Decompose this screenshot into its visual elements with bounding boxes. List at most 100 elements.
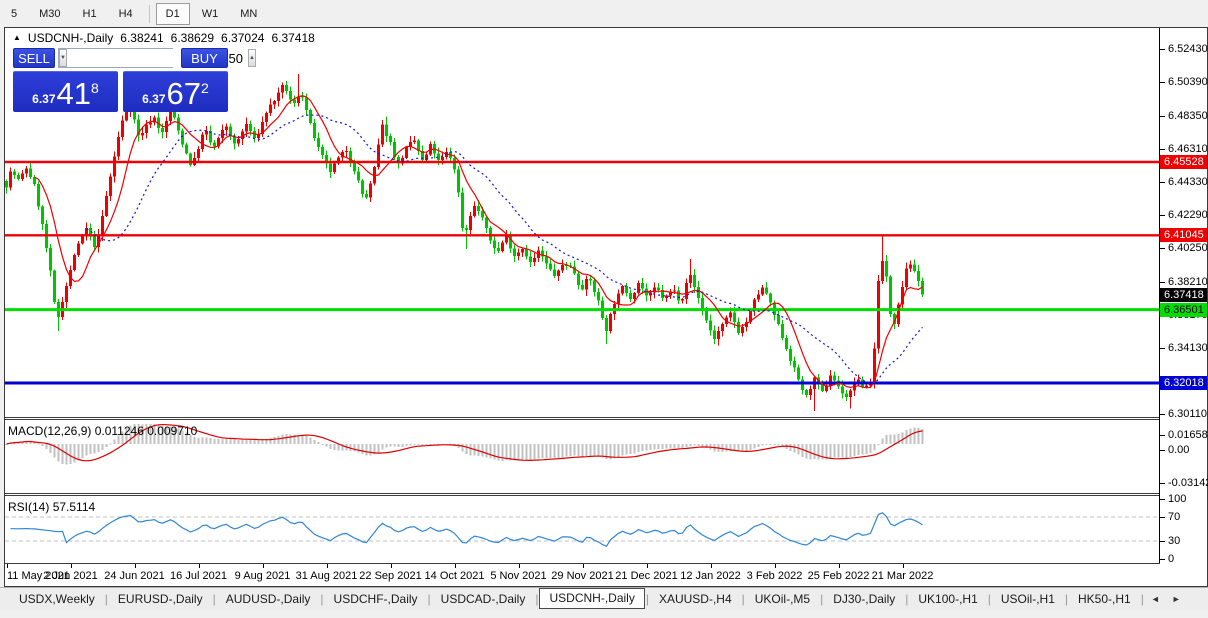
high-value: 6.38629: [171, 31, 214, 45]
chart-tab-dj30-daily[interactable]: DJ30-,Daily: [824, 589, 904, 609]
chart-tab-hk50-h1[interactable]: HK50-,H1: [1069, 589, 1140, 609]
date-label: 25 Feb 2022: [808, 570, 870, 582]
rsi-tick-label: 30: [1168, 535, 1180, 547]
price-tick-label: 6.42290: [1168, 209, 1208, 221]
metatrader-app: 5M30H1H4 D1W1MN ▲ USDCNH-,Daily 6.38241 6…: [0, 0, 1208, 618]
candles-group: [5, 74, 924, 411]
date-label: 12 Jan 2022: [680, 570, 741, 582]
date-label: 21 Mar 2022: [872, 570, 934, 582]
panel-divider[interactable]: [5, 417, 1207, 420]
date-tick: [903, 564, 904, 568]
date-label: 14 Oct 2021: [425, 570, 485, 582]
volume-decrease-button[interactable]: ▼: [59, 49, 67, 67]
level-price-label: 6.32018: [1160, 376, 1207, 390]
scroll-tabs-left-button[interactable]: ◄: [1145, 594, 1166, 604]
price-tick: [1160, 49, 1165, 50]
chart-ohlc-header: ▲ USDCNH-,Daily 6.38241 6.38629 6.37024 …: [13, 31, 315, 45]
chart-tab-uk100-h1[interactable]: UK100-,H1: [909, 589, 986, 609]
symbol-period-label: USDCNH-,Daily: [28, 31, 113, 45]
date-tick: [199, 564, 200, 568]
price-tick: [1160, 282, 1165, 283]
price-tick-label: 6.30110: [1168, 408, 1207, 420]
macd-tick-label: -0.031421: [1168, 477, 1208, 489]
date-label: 5 Nov 2021: [490, 570, 546, 582]
rsi-label: RSI(14) 57.5114: [8, 500, 95, 514]
timeframe-button-m30[interactable]: M30: [29, 3, 70, 25]
date-tick: [7, 564, 8, 568]
date-tick: [71, 564, 72, 568]
one-click-trading-panel: SELL ▼ ▲ BUY 6.37 41 8 6.37 67 2: [13, 48, 228, 112]
chart-tab-audusd-daily[interactable]: AUDUSD-,Daily: [217, 589, 320, 609]
price-tick-label: 6.40250: [1168, 242, 1208, 254]
sell-price-big: 41: [57, 78, 91, 109]
open-value: 6.38241: [120, 31, 163, 45]
timeframe-button-d1[interactable]: D1: [156, 3, 190, 25]
timeframe-button-h4[interactable]: H4: [109, 3, 143, 25]
chart-tab-xauusd-h4[interactable]: XAUUSD-,H4: [650, 589, 741, 609]
date-label: 9 Aug 2021: [235, 570, 291, 582]
current-price-label: 6.37418: [1160, 288, 1207, 302]
buy-price-big: 67: [167, 78, 201, 109]
date-tick: [775, 564, 776, 568]
collapse-quotes-icon[interactable]: ▲: [13, 33, 21, 42]
chart-tab-eurusd-daily[interactable]: EURUSD-,Daily: [109, 589, 212, 609]
date-label: 3 Feb 2022: [747, 570, 803, 582]
sell-button[interactable]: SELL: [13, 48, 55, 68]
ma-fast-line: [35, 96, 923, 388]
price-tick-label: 6.50390: [1168, 76, 1208, 88]
rsi-tick: [1160, 517, 1165, 518]
timeframe-button-w1[interactable]: W1: [192, 3, 229, 25]
macd-tick: [1160, 435, 1165, 436]
chart-tab-usdchf-daily[interactable]: USDCHF-,Daily: [325, 589, 427, 609]
chart-tab-usdcnh-daily[interactable]: USDCNH-,Daily: [539, 588, 644, 609]
panel-divider[interactable]: [5, 493, 1207, 496]
date-axis[interactable]: 11 May 20212 Jun 202124 Jun 202116 Jul 2…: [5, 564, 1207, 585]
price-tick-label: 6.52430: [1168, 43, 1208, 55]
level-price-label: 6.45528: [1160, 155, 1207, 169]
buy-price-button[interactable]: 6.37 67 2: [123, 71, 228, 112]
volume-increase-button[interactable]: ▲: [248, 49, 256, 67]
price-tick: [1160, 348, 1165, 349]
timeframe-button-mn[interactable]: MN: [230, 3, 267, 25]
chart-tab-bar: USDX,Weekly|EURUSD-,Daily|AUDUSD-,Daily|…: [0, 587, 1208, 610]
price-tick: [1160, 82, 1165, 83]
timeframe-toolbar: 5M30H1H4 D1W1MN: [0, 0, 1208, 27]
rsi-tick: [1160, 499, 1165, 500]
chart-tab-usoil-h1[interactable]: USOil-,H1: [992, 589, 1064, 609]
chart-tab-usdcad-daily[interactable]: USDCAD-,Daily: [432, 589, 535, 609]
rsi-tick: [1160, 541, 1165, 542]
chart-window: ▲ USDCNH-,Daily 6.38241 6.38629 6.37024 …: [5, 28, 1207, 586]
date-tick: [583, 564, 584, 568]
price-tick-label: 6.34130: [1168, 342, 1208, 354]
price-tick: [1160, 414, 1165, 415]
ma-slow-line: [87, 115, 923, 384]
price-tick: [1160, 215, 1165, 216]
macd-tick-label: 0.016586: [1168, 429, 1208, 441]
date-tick: [647, 564, 648, 568]
date-tick: [391, 564, 392, 568]
date-label: 24 Jun 2021: [104, 570, 165, 582]
scroll-tabs-right-button[interactable]: ►: [1166, 594, 1187, 604]
price-tick: [1160, 149, 1165, 150]
level-price-label: 6.41045: [1160, 228, 1207, 242]
date-label: 31 Aug 2021: [296, 570, 358, 582]
buy-button[interactable]: BUY: [181, 48, 228, 68]
price-tick: [1160, 116, 1165, 117]
rsi-tick: [1160, 559, 1165, 560]
price-axis[interactable]: 6.524306.503906.483506.463106.443306.422…: [1160, 28, 1207, 585]
date-tick: [327, 564, 328, 568]
price-tick-label: 6.46310: [1168, 143, 1208, 155]
timeframe-button-h1[interactable]: H1: [73, 3, 107, 25]
sell-price-button[interactable]: 6.37 41 8: [13, 71, 118, 112]
date-label: 21 Dec 2021: [615, 570, 677, 582]
rsi-tick-label: 70: [1168, 511, 1180, 523]
macd-tick-label: 0.00: [1168, 444, 1189, 456]
macd-tick: [1160, 450, 1165, 451]
timeframe-button-5[interactable]: 5: [1, 3, 27, 25]
date-label: 2 Jun 2021: [43, 570, 97, 582]
chart-tab-usdx-weekly[interactable]: USDX,Weekly: [10, 589, 104, 609]
rsi-indicator-canvas[interactable]: [5, 497, 1160, 563]
rsi-tick-label: 100: [1168, 493, 1186, 505]
date-tick: [455, 564, 456, 568]
chart-tab-ukoil-m5[interactable]: UKOil-,M5: [746, 589, 819, 609]
